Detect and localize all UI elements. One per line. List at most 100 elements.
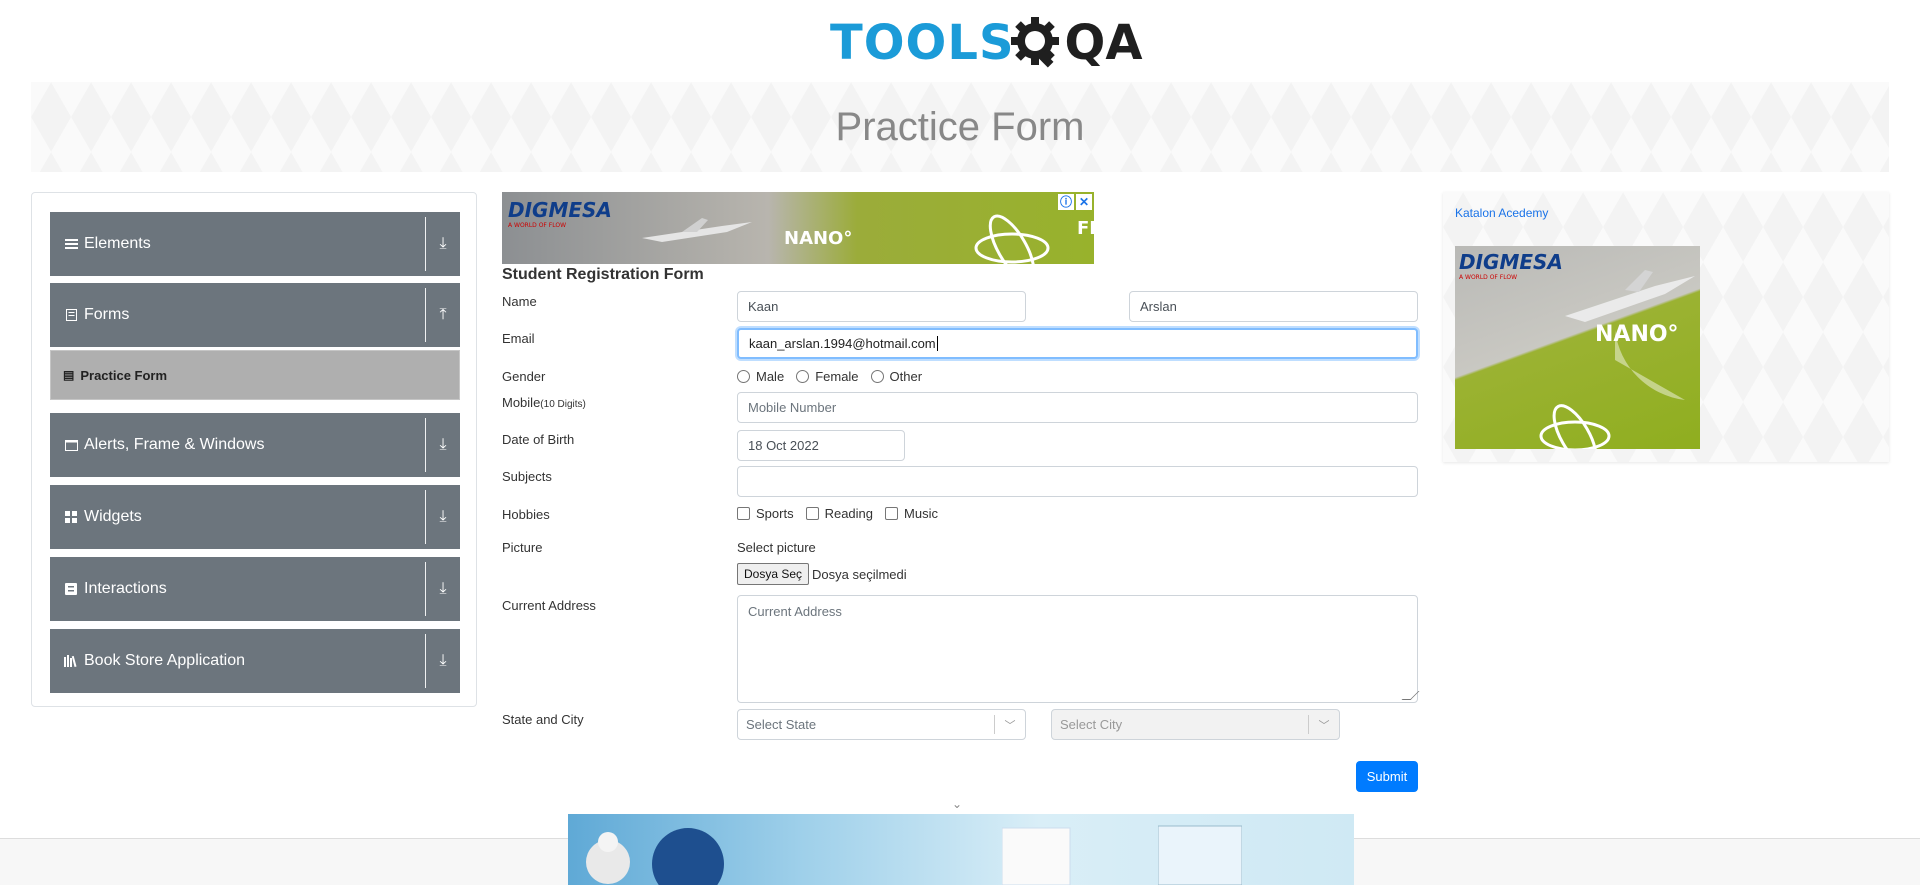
ad-nano-text: NANO° (784, 228, 853, 249)
product-box-icon (1002, 827, 1071, 885)
product-box-icon (1158, 825, 1242, 885)
toolsqa-logo[interactable]: TOOLS QA (830, 12, 1142, 74)
email-label: Email (502, 331, 535, 346)
radio-label: Female (815, 369, 859, 384)
sidebar-group-forms[interactable]: Forms ⤒ (50, 283, 460, 347)
divider (425, 418, 426, 472)
ad-brand-text: DIGMESA (1459, 250, 1563, 274)
checkbox[interactable] (805, 507, 819, 520)
hobby-sports-option[interactable]: Sports (737, 506, 794, 521)
subjects-input[interactable] (737, 466, 1418, 497)
ad-tagline: A WORLD OF FLOW (1459, 274, 1518, 281)
gender-male-option[interactable]: Male (737, 369, 784, 384)
ad-banner-right[interactable]: DIGMESA A WORLD OF FLOW NANO° ⓘ ✕ (1455, 246, 1700, 449)
logo-qa-text: QA (1064, 15, 1143, 71)
page-banner: Practice Form (31, 82, 1889, 172)
sidebar-group-book-store[interactable]: Book Store Application ⤓ (50, 629, 460, 693)
current-address-textarea[interactable]: Current Address (737, 595, 1420, 703)
interactions-icon (64, 582, 78, 596)
state-placeholder: Select State (746, 717, 817, 732)
first-name-input[interactable]: Kaan (737, 291, 1026, 322)
choose-file-button[interactable]: Dosya Seç (737, 563, 810, 585)
ad-brand-logo: DIGMESA A WORLD OF FLOW (1459, 250, 1563, 281)
download-arrow-icon: ⤓ (439, 436, 447, 453)
list-icon: ▤ (63, 368, 75, 382)
jet-icon (1565, 270, 1695, 322)
sidebar-group-label: Book Store Application (84, 652, 245, 669)
textarea-placeholder: Current Address (748, 604, 842, 619)
select-picture-label: Select picture (737, 540, 816, 555)
gear-icon (1010, 17, 1059, 68)
katalon-image-link[interactable]: Katalon Acedemy (1455, 206, 1548, 220)
radio-button[interactable] (870, 370, 884, 383)
ad-fl-text: FL (1077, 218, 1094, 239)
divider (425, 490, 426, 544)
ad-brand-text: DIGMESA (508, 198, 612, 222)
form-title: Student Registration Form (502, 266, 704, 283)
chevron-down-icon: ﹀ (1318, 719, 1330, 732)
sidebar-item-practice-form[interactable]: ▤ Practice Form (50, 350, 460, 400)
sidebar-group-widgets[interactable]: Widgets ⤓ (50, 485, 460, 549)
text-cursor (936, 336, 938, 351)
ad-controls[interactable]: ⓘ ✕ (1058, 194, 1092, 210)
chevron-down-icon[interactable]: ﹀ (995, 717, 1025, 733)
mobile-label-text: Mobile (502, 395, 541, 410)
hobby-reading-option[interactable]: Reading (805, 506, 873, 521)
address-label: Current Address (502, 598, 596, 613)
download-arrow-icon: ⤓ (439, 508, 447, 525)
mobile-hint: (10 Digits) (540, 399, 586, 410)
logo-tools-text: TOOLS (830, 15, 1015, 71)
form-icon (64, 308, 78, 322)
state-city-label: State and City (502, 712, 584, 727)
radio-label: Other (889, 369, 923, 384)
email-input[interactable]: kaan_arslan.1994@hotmail.com (737, 328, 1418, 359)
sidebar-group-alerts[interactable]: Alerts, Frame & Windows ⤓ (50, 413, 460, 477)
radio-button[interactable] (737, 370, 750, 383)
hobbies-label: Hobbies (502, 507, 550, 522)
dob-input[interactable]: 18 Oct 2022 (737, 430, 905, 461)
sidebar-group-interactions[interactable]: Interactions ⤓ (50, 557, 460, 621)
email-value: kaan_arslan.1994@hotmail.com (749, 336, 936, 351)
gender-other-option[interactable]: Other (870, 369, 923, 384)
window-icon (64, 438, 78, 452)
sidebar-group-elements[interactable]: Elements ⤓ (50, 212, 460, 276)
ad-tagline: A WORLD OF FLOW (508, 222, 567, 229)
download-arrow-icon: ⤓ (439, 580, 447, 597)
hobbies-checkbox-group: Sports Reading Music (737, 506, 950, 521)
divider (425, 562, 426, 616)
resize-grip-icon[interactable] (1401, 691, 1420, 700)
mobile-input[interactable]: Mobile Number (737, 392, 1418, 423)
info-icon[interactable]: ⓘ (1058, 194, 1074, 210)
divider (425, 288, 426, 342)
sidebar-group-label: Elements (84, 235, 151, 252)
radio-label: Male (756, 369, 785, 384)
city-placeholder: Select City (1060, 717, 1123, 732)
download-arrow-icon: ⤓ (439, 652, 447, 669)
ad-brand-logo: DIGMESA A WORLD OF FLOW (508, 198, 612, 229)
mobile-label: Mobile(10 Digits) (502, 395, 586, 410)
chevron-down-icon[interactable]: ⌄ (952, 797, 962, 811)
ad-banner-bottom[interactable] (568, 814, 1354, 885)
ad-banner-top[interactable]: DIGMESA A WORLD OF FLOW NANO° FL ⓘ ✕ (502, 192, 1094, 264)
radio-button[interactable] (796, 370, 810, 383)
file-status: Dosya seçilmedi (812, 567, 907, 582)
close-icon[interactable]: ✕ (1076, 194, 1092, 210)
checkbox-label: Music (904, 506, 938, 521)
city-select: Select City ﹀ (1051, 709, 1340, 740)
sidebar-group-label: Forms (84, 306, 130, 323)
ad-sidebar-right: Katalon Acedemy DIGMESA A WORLD OF FLOW … (1443, 192, 1889, 462)
checkbox[interactable] (885, 507, 899, 520)
atom-icon (1539, 404, 1611, 449)
download-arrow-icon: ⤓ (439, 235, 447, 252)
state-select[interactable]: Select State ﹀ (737, 709, 1026, 740)
gender-female-option[interactable]: Female (796, 369, 859, 384)
gender-label: Gender (502, 369, 546, 384)
atom-icon (974, 214, 1050, 264)
last-name-input[interactable]: Arslan (1129, 291, 1418, 322)
name-label: Name (502, 294, 537, 309)
sidebar-group-label: Alerts, Frame & Windows (84, 436, 265, 453)
divider (425, 634, 426, 688)
submit-button[interactable]: Submit (1356, 761, 1418, 792)
hobby-music-option[interactable]: Music (885, 506, 938, 521)
checkbox[interactable] (737, 507, 750, 520)
